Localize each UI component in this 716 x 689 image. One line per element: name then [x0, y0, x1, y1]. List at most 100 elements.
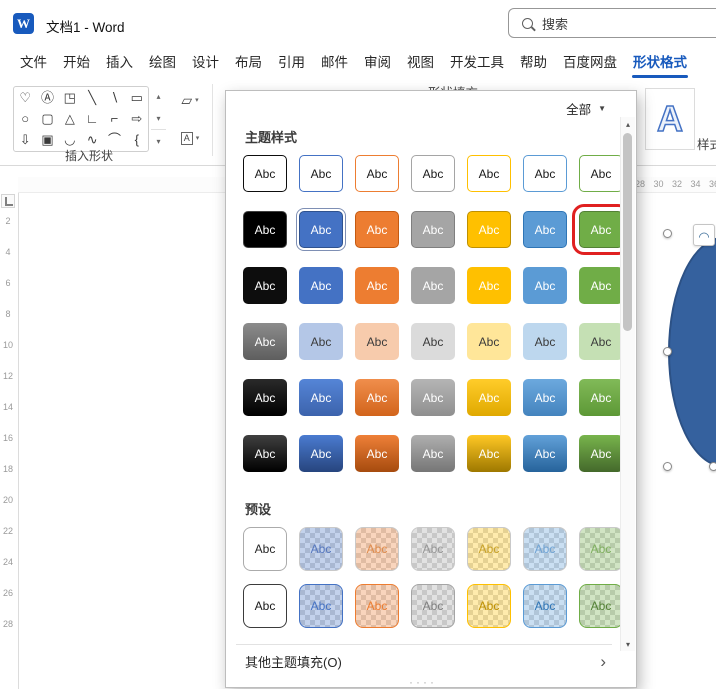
theme-style-r2c5[interactable]: Abc	[467, 211, 511, 248]
tab-百度网盘[interactable]: 百度网盘	[555, 48, 625, 78]
preset-style-r1c1[interactable]: Abc	[243, 527, 287, 571]
gallery-filter-button[interactable]: 全部 ▼	[566, 99, 606, 118]
theme-style-r6c4[interactable]: Abc	[411, 435, 455, 472]
theme-style-r2c1[interactable]: Abc	[243, 211, 287, 248]
theme-style-r5c3[interactable]: Abc	[355, 379, 399, 416]
shape-handle[interactable]	[663, 229, 672, 238]
shape-icon[interactable]: ♡	[15, 88, 35, 108]
shape-handle[interactable]	[709, 462, 716, 471]
theme-style-r3c4[interactable]: Abc	[411, 267, 455, 304]
theme-style-r1c1[interactable]: Abc	[243, 155, 287, 192]
theme-style-r1c7[interactable]: Abc	[579, 155, 623, 192]
search-input[interactable]: 搜索	[508, 8, 716, 38]
theme-style-r6c2[interactable]: Abc	[299, 435, 343, 472]
theme-style-r2c7[interactable]: Abc	[579, 211, 623, 248]
tab-文件[interactable]: 文件	[12, 48, 55, 78]
tab-审阅[interactable]: 审阅	[356, 48, 399, 78]
edit-shape-button[interactable]: ▱▾	[172, 86, 208, 114]
tab-形状格式[interactable]: 形状格式	[625, 48, 695, 78]
theme-style-r1c2[interactable]: Abc	[299, 155, 343, 192]
preset-style-r2c6[interactable]: Abc	[523, 584, 567, 628]
theme-style-r3c7[interactable]: Abc	[579, 267, 623, 304]
theme-style-r4c2[interactable]: Abc	[299, 323, 343, 360]
tab-设计[interactable]: 设计	[184, 48, 227, 78]
tab-邮件[interactable]: 邮件	[313, 48, 356, 78]
preset-style-r2c1[interactable]: Abc	[243, 584, 287, 628]
wordart-style-button[interactable]: A	[645, 88, 695, 150]
theme-style-r2c2[interactable]: Abc	[299, 211, 343, 248]
tab-帮助[interactable]: 帮助	[512, 48, 555, 78]
theme-style-r4c5[interactable]: Abc	[467, 323, 511, 360]
theme-style-r6c1[interactable]: Abc	[243, 435, 287, 472]
theme-style-r2c4[interactable]: Abc	[411, 211, 455, 248]
preset-style-r2c2[interactable]: Abc	[299, 584, 343, 628]
preset-style-r1c6[interactable]: Abc	[523, 527, 567, 571]
tab-开始[interactable]: 开始	[55, 48, 98, 78]
shape-icon[interactable]: Ⓐ	[37, 88, 57, 108]
scroll-down-icon[interactable]: ▾	[621, 637, 635, 651]
theme-style-r6c7[interactable]: Abc	[579, 435, 623, 472]
tab-引用[interactable]: 引用	[270, 48, 313, 78]
shape-gallery-up-icon[interactable]: ▴	[151, 86, 166, 108]
theme-style-r6c6[interactable]: Abc	[523, 435, 567, 472]
theme-style-r1c6[interactable]: Abc	[523, 155, 567, 192]
scroll-up-icon[interactable]: ▴	[621, 117, 635, 131]
preset-style-r2c7[interactable]: Abc	[579, 584, 623, 628]
theme-style-r3c6[interactable]: Abc	[523, 267, 567, 304]
shape-icon[interactable]: △	[60, 109, 80, 129]
tab-绘图[interactable]: 绘图	[141, 48, 184, 78]
preset-style-r1c5[interactable]: Abc	[467, 527, 511, 571]
preset-style-r1c3[interactable]: Abc	[355, 527, 399, 571]
shape-icon[interactable]: ▭	[127, 88, 147, 108]
theme-style-r5c5[interactable]: Abc	[467, 379, 511, 416]
resize-dots-handle[interactable]: ····	[226, 677, 620, 687]
theme-style-r3c2[interactable]: Abc	[299, 267, 343, 304]
theme-style-r5c1[interactable]: Abc	[243, 379, 287, 416]
theme-style-r4c7[interactable]: Abc	[579, 323, 623, 360]
shape-icon[interactable]: ▢	[37, 109, 57, 129]
theme-style-r1c5[interactable]: Abc	[467, 155, 511, 192]
shape-icon[interactable]: ╲	[82, 88, 102, 108]
theme-style-r4c6[interactable]: Abc	[523, 323, 567, 360]
shape-gallery-down-icon[interactable]: ▾	[151, 108, 166, 130]
preset-style-r2c5[interactable]: Abc	[467, 584, 511, 628]
theme-style-r6c3[interactable]: Abc	[355, 435, 399, 472]
theme-style-r1c3[interactable]: Abc	[355, 155, 399, 192]
shape-icon[interactable]: ∖	[104, 88, 124, 108]
shape-handle[interactable]	[663, 462, 672, 471]
selected-shape[interactable]	[668, 237, 716, 467]
text-box-button[interactable]: A▾	[172, 124, 208, 152]
theme-style-r5c6[interactable]: Abc	[523, 379, 567, 416]
theme-style-r2c6[interactable]: Abc	[523, 211, 567, 248]
preset-style-r1c4[interactable]: Abc	[411, 527, 455, 571]
tab-selector[interactable]	[1, 194, 15, 208]
theme-style-r3c3[interactable]: Abc	[355, 267, 399, 304]
theme-style-r2c3[interactable]: Abc	[355, 211, 399, 248]
tab-开发工具[interactable]: 开发工具	[442, 48, 512, 78]
shape-handle[interactable]	[663, 347, 672, 356]
theme-style-r5c4[interactable]: Abc	[411, 379, 455, 416]
theme-style-r5c2[interactable]: Abc	[299, 379, 343, 416]
theme-style-r5c7[interactable]: Abc	[579, 379, 623, 416]
shape-icon[interactable]: ∟	[82, 109, 102, 129]
tab-视图[interactable]: 视图	[399, 48, 442, 78]
shape-icon[interactable]: ○	[15, 109, 35, 129]
theme-style-r4c1[interactable]: Abc	[243, 323, 287, 360]
theme-style-r4c4[interactable]: Abc	[411, 323, 455, 360]
preset-style-r1c2[interactable]: Abc	[299, 527, 343, 571]
preset-style-r2c4[interactable]: Abc	[411, 584, 455, 628]
scrollbar-thumb[interactable]	[623, 133, 632, 331]
preset-style-r1c7[interactable]: Abc	[579, 527, 623, 571]
shape-icon[interactable]: ⇨	[127, 109, 147, 129]
tab-插入[interactable]: 插入	[98, 48, 141, 78]
theme-style-r1c4[interactable]: Abc	[411, 155, 455, 192]
preset-style-r2c3[interactable]: Abc	[355, 584, 399, 628]
shape-icon[interactable]: ⌐	[104, 109, 124, 129]
theme-style-r3c5[interactable]: Abc	[467, 267, 511, 304]
shape-icon[interactable]: ◳	[60, 88, 80, 108]
theme-style-r3c1[interactable]: Abc	[243, 267, 287, 304]
other-theme-fills-item[interactable]: 其他主题填充(O) ›	[226, 645, 620, 677]
tab-布局[interactable]: 布局	[227, 48, 270, 78]
theme-style-r4c3[interactable]: Abc	[355, 323, 399, 360]
gallery-scrollbar[interactable]: ▴ ▾	[620, 117, 635, 651]
